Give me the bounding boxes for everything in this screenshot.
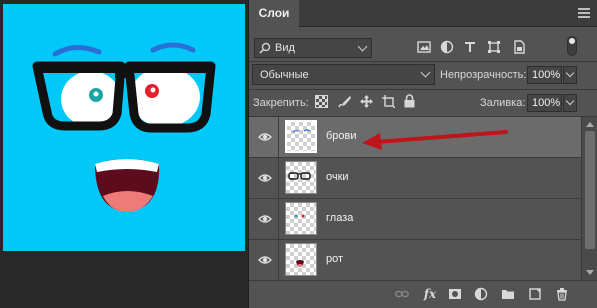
layer-row-glasses[interactable]: очки [249, 158, 581, 199]
divider [249, 61, 597, 62]
lock-all-icon[interactable] [404, 94, 415, 108]
scroll-up-icon[interactable] [586, 122, 594, 127]
lock-label: Закрепить: [253, 97, 309, 109]
document-canvas-area [0, 0, 248, 308]
fill-input[interactable]: 100% [527, 94, 562, 112]
layer-name[interactable]: глаза [326, 212, 353, 224]
chevron-down-icon [565, 96, 575, 106]
scroll-down-icon[interactable] [586, 270, 594, 275]
layer-thumbnail[interactable] [285, 243, 317, 276]
chevron-down-icon [420, 67, 431, 78]
eye-icon[interactable] [258, 130, 272, 144]
lock-position-icon[interactable] [360, 95, 373, 108]
scroll-thumb[interactable] [585, 131, 595, 249]
shape-layer-icon[interactable] [487, 40, 501, 54]
opacity-label: Непрозрачность: [440, 69, 527, 81]
right-eyebrow [150, 42, 196, 53]
document-canvas[interactable] [3, 4, 245, 251]
fill-dropdown-button[interactable] [563, 94, 577, 112]
new-group-icon[interactable] [501, 287, 515, 301]
panel-header: Слои [249, 0, 597, 27]
link-layers-icon[interactable] [395, 287, 409, 301]
fill-label: Заливка: [480, 97, 526, 109]
blend-mode-value: Обычные [260, 69, 309, 81]
panel-footer: fx [249, 280, 597, 308]
filter-toggle[interactable] [567, 36, 577, 56]
right-eye-white [130, 67, 200, 127]
left-eyebrow [52, 45, 102, 57]
eye-icon[interactable] [258, 171, 272, 185]
lock-transparency-icon[interactable] [315, 95, 328, 108]
adjustment-icon[interactable] [474, 287, 488, 301]
lock-artboard-icon[interactable] [382, 95, 395, 108]
divider [249, 89, 597, 90]
fx-icon[interactable]: fx [421, 287, 439, 301]
chevron-down-icon [357, 41, 368, 52]
mouth [95, 159, 160, 212]
panel-menu-icon[interactable] [578, 8, 590, 18]
add-mask-icon[interactable] [448, 287, 462, 301]
lock-image-icon[interactable] [338, 95, 351, 108]
eye-icon[interactable] [258, 253, 272, 267]
adjustment-layer-icon[interactable] [440, 40, 454, 54]
annotation-arrow [362, 130, 508, 150]
opacity-input[interactable]: 100% [527, 66, 562, 84]
layer-thumbnail[interactable] [285, 120, 317, 153]
new-layer-icon[interactable] [528, 287, 542, 301]
trash-icon[interactable] [555, 287, 569, 301]
layer-row-eyes[interactable]: глаза [249, 199, 581, 240]
layer-thumbnail[interactable] [285, 202, 317, 235]
layer-name[interactable]: очки [326, 171, 349, 183]
layer-row-mouth[interactable]: рот [249, 240, 581, 281]
smart-object-icon[interactable] [512, 40, 526, 54]
layer-thumbnail[interactable] [285, 161, 317, 194]
eye-icon[interactable] [258, 212, 272, 226]
tab-layers[interactable]: Слои [249, 0, 299, 27]
opacity-dropdown-button[interactable] [563, 66, 577, 84]
layers-panel: Слои Вид Обычные Непрозрачность: 100% За… [248, 0, 597, 308]
face-illustration [32, 42, 216, 212]
search-icon [259, 42, 271, 54]
layer-name[interactable]: брови [326, 130, 357, 142]
blend-mode-dropdown[interactable]: Обычные [252, 64, 435, 85]
pixel-layer-icon[interactable] [417, 40, 431, 54]
filter-label: Вид [275, 42, 295, 54]
layer-filter-dropdown[interactable]: Вид [254, 38, 372, 58]
layer-name[interactable]: рот [326, 253, 343, 265]
layers-scrollbar[interactable] [581, 117, 597, 280]
type-layer-icon[interactable] [463, 40, 477, 54]
chevron-down-icon [565, 68, 575, 78]
